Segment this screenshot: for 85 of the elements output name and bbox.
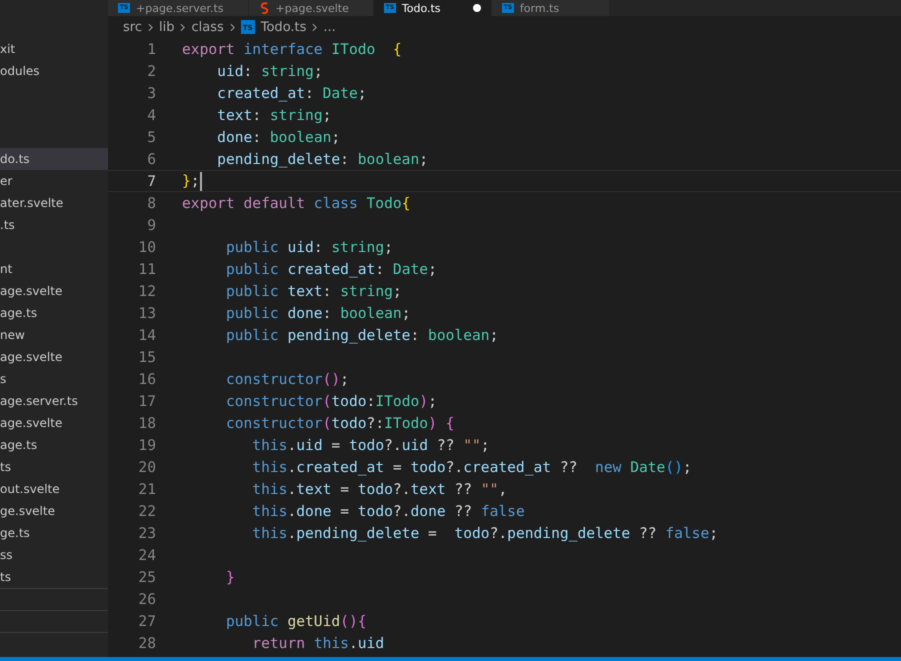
file-item[interactable]: ts: [0, 456, 108, 478]
file-item[interactable]: age.ts: [0, 434, 108, 456]
editor-tab[interactable]: +page.svelte: [248, 0, 374, 16]
code-line: text: string;: [216, 106, 332, 124]
line-number: 11: [137, 260, 156, 278]
line-number: 21: [137, 480, 156, 498]
code-line: export default class Todo{: [182, 194, 410, 212]
code-line: };: [182, 172, 202, 190]
file-item[interactable]: age.svelte: [0, 346, 108, 368]
line-number: 12: [137, 282, 156, 300]
line-number: 27: [137, 612, 156, 630]
code-line: public pending_delete: boolean;: [224, 326, 498, 344]
line-number: 20: [137, 458, 156, 476]
file-item[interactable]: age.server.ts: [0, 390, 108, 412]
code-line: public created_at: Date;: [224, 260, 437, 278]
breadcrumb-item[interactable]: class: [191, 20, 224, 34]
line-number: 10: [137, 238, 156, 256]
line-number: 13: [137, 304, 156, 322]
chevron-icon: [180, 22, 186, 32]
file-item[interactable]: age.svelte: [0, 412, 108, 434]
chevron-icon: [148, 22, 153, 32]
code-line: return this.uid: [251, 634, 384, 652]
file-item[interactable]: new: [0, 324, 108, 346]
line-number: 3: [146, 84, 156, 102]
file-item[interactable]: ge.ts: [0, 522, 108, 544]
line-number: 9: [146, 216, 156, 234]
text-cursor: [200, 172, 202, 190]
line-number: 15: [137, 348, 156, 366]
code-line: done: boolean;: [216, 128, 340, 146]
line-number: 17: [137, 392, 156, 410]
code-line: export interface ITodo {: [182, 40, 402, 58]
breadcrumb-item[interactable]: src: [123, 20, 142, 34]
code-line: uid: string;: [216, 62, 323, 80]
line-number: 24: [137, 546, 156, 564]
line-number: 4: [146, 106, 156, 124]
file-item[interactable]: s: [0, 368, 108, 390]
code-line: constructor(todo?:ITodo) {: [224, 414, 454, 432]
code-line: constructor();: [224, 370, 349, 388]
line-number: 22: [137, 502, 156, 520]
file-item[interactable]: .ts: [0, 214, 108, 236]
line-number: 23: [137, 524, 156, 542]
chevron-icon: [230, 22, 235, 32]
file-item[interactable]: ge.svelte: [0, 500, 108, 522]
code-line: this.done = todo?.done ?? false: [251, 502, 525, 520]
line-number: 8: [146, 194, 156, 212]
breadcrumb-item[interactable]: ...: [323, 20, 336, 34]
line-number: 25: [137, 568, 156, 586]
file-item[interactable]: age.svelte: [0, 280, 108, 302]
code-line: this.text = todo?.text ?? "",: [251, 480, 508, 498]
line-number: 14: [137, 326, 156, 344]
line-number: 1: [146, 40, 156, 58]
code-line: this.created_at = todo?.created_at ?? new Date();: [251, 458, 692, 476]
code-line: public text: string;: [224, 282, 402, 300]
svelte-file-icon: [258, 2, 270, 14]
code-line: public done: boolean;: [224, 304, 410, 322]
code-line: }: [224, 568, 235, 586]
file-item[interactable]: er: [0, 170, 108, 192]
line-number: 16: [137, 370, 156, 388]
code-line: public getUid(){: [224, 612, 367, 630]
file-item[interactable]: xit: [0, 38, 108, 60]
line-number: 2: [146, 62, 156, 80]
line-number: 18: [137, 414, 156, 432]
file-item[interactable]: ater.svelte: [0, 192, 108, 214]
line-number: 5: [146, 128, 156, 146]
code-line: constructor(todo:ITodo);: [224, 392, 437, 410]
line-number: 28: [137, 634, 156, 652]
code-line: created_at: Date;: [216, 84, 367, 102]
line-number: 7: [146, 172, 156, 190]
line-number: 19: [137, 436, 156, 454]
file-item[interactable]: do.ts: [0, 148, 108, 170]
code-line: pending_delete: boolean;: [216, 150, 428, 168]
file-item[interactable]: ss: [0, 544, 108, 566]
code-line: this.uid = todo?.uid ?? "";: [251, 436, 490, 454]
line-number: 26: [137, 590, 156, 608]
file-item[interactable]: nt: [0, 258, 108, 280]
file-item[interactable]: ts: [0, 566, 108, 588]
file-item[interactable]: odules: [0, 60, 108, 82]
breadcrumb-item[interactable]: lib: [158, 20, 174, 34]
file-item[interactable]: out.svelte: [0, 478, 108, 500]
chevron-icon: [312, 22, 318, 32]
line-number: 6: [146, 150, 156, 168]
code-line: public uid: string;: [224, 238, 393, 256]
breadcrumb-item[interactable]: Todo.ts: [260, 20, 306, 34]
file-item[interactable]: age.ts: [0, 302, 108, 324]
code-line: this.pending_delete = todo?.pending_delete ?? false;: [251, 524, 718, 542]
